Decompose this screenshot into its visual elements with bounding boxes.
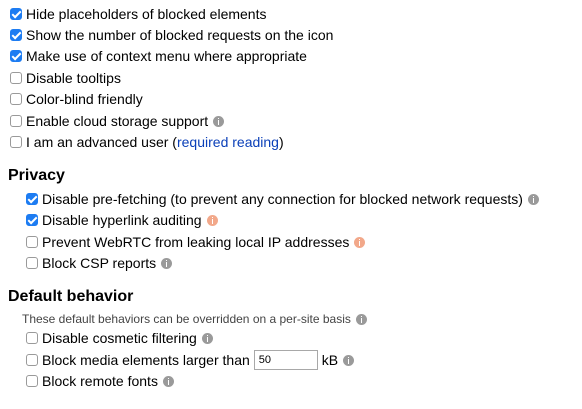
disable-cosmetic-filtering-label: Disable cosmetic filtering bbox=[42, 330, 197, 346]
context-menu-label: Make use of context menu where appropria… bbox=[26, 48, 307, 64]
warning-info-icon[interactable] bbox=[206, 214, 218, 226]
prevent-webrtc-checkbox[interactable] bbox=[26, 236, 38, 248]
block-media-elements-label: Block media elements larger than bbox=[42, 352, 250, 368]
disable-cosmetic-filtering-checkbox[interactable] bbox=[26, 332, 38, 344]
hide-placeholders-checkbox[interactable] bbox=[10, 8, 22, 20]
privacy-heading: Privacy bbox=[8, 167, 65, 184]
color-blind-checkbox[interactable] bbox=[10, 93, 22, 105]
option-disable-tooltips[interactable]: Disable tooltips bbox=[10, 68, 121, 88]
info-icon[interactable] bbox=[201, 332, 213, 344]
option-prevent-webrtc[interactable]: Prevent WebRTC from leaking local IP add… bbox=[26, 232, 366, 252]
info-icon[interactable] bbox=[213, 115, 225, 127]
option-block-remote-fonts[interactable]: Block remote fonts bbox=[26, 371, 174, 391]
disable-prefetching-checkbox[interactable] bbox=[26, 193, 38, 205]
disable-hyperlink-auditing-checkbox[interactable] bbox=[26, 214, 38, 226]
disable-prefetching-label: Disable pre-fetching (to prevent any con… bbox=[42, 191, 523, 207]
info-icon[interactable] bbox=[355, 313, 367, 325]
option-show-blocked-count[interactable]: Show the number of blocked requests on t… bbox=[10, 25, 333, 45]
block-remote-fonts-label: Block remote fonts bbox=[42, 373, 158, 389]
cloud-storage-label: Enable cloud storage support bbox=[26, 113, 209, 129]
option-block-media-elements[interactable]: Block media elements larger than kB bbox=[26, 350, 355, 370]
info-icon[interactable] bbox=[161, 257, 173, 269]
disable-tooltips-checkbox[interactable] bbox=[10, 72, 22, 84]
block-media-elements-checkbox[interactable] bbox=[26, 354, 38, 366]
info-icon[interactable] bbox=[343, 354, 355, 366]
option-cloud-storage[interactable]: Enable cloud storage support bbox=[10, 111, 225, 131]
media-size-unit: kB bbox=[321, 352, 339, 368]
default-behavior-note: These default behaviors can be overridde… bbox=[22, 311, 367, 327]
media-size-input[interactable] bbox=[253, 350, 318, 370]
hide-placeholders-label: Hide placeholders of blocked elements bbox=[26, 6, 267, 22]
disable-hyperlink-auditing-label: Disable hyperlink auditing bbox=[42, 212, 202, 228]
required-reading-link[interactable]: required reading bbox=[177, 132, 279, 152]
prevent-webrtc-label: Prevent WebRTC from leaking local IP add… bbox=[42, 234, 350, 250]
show-blocked-count-checkbox[interactable] bbox=[10, 29, 22, 41]
option-color-blind[interactable]: Color-blind friendly bbox=[10, 89, 143, 109]
disable-tooltips-label: Disable tooltips bbox=[26, 70, 121, 86]
cloud-storage-checkbox[interactable] bbox=[10, 115, 22, 127]
block-csp-reports-label: Block CSP reports bbox=[42, 255, 157, 271]
advanced-user-label-suffix: ) bbox=[278, 134, 284, 150]
color-blind-label: Color-blind friendly bbox=[26, 91, 143, 107]
option-block-csp-reports[interactable]: Block CSP reports bbox=[26, 253, 173, 273]
block-csp-reports-checkbox[interactable] bbox=[26, 257, 38, 269]
info-icon[interactable] bbox=[162, 375, 174, 387]
advanced-user-label-prefix: I am an advanced user ( bbox=[26, 134, 177, 150]
advanced-user-checkbox[interactable] bbox=[10, 136, 22, 148]
default-behavior-heading: Default behavior bbox=[8, 288, 134, 305]
option-disable-hyperlink-auditing[interactable]: Disable hyperlink auditing bbox=[26, 210, 218, 230]
warning-info-icon[interactable] bbox=[354, 236, 366, 248]
option-disable-cosmetic-filtering[interactable]: Disable cosmetic filtering bbox=[26, 328, 213, 348]
option-disable-prefetching[interactable]: Disable pre-fetching (to prevent any con… bbox=[26, 189, 539, 209]
info-icon[interactable] bbox=[527, 193, 539, 205]
default-behavior-note-text: These default behaviors can be overridde… bbox=[22, 312, 351, 326]
option-hide-placeholders[interactable]: Hide placeholders of blocked elements bbox=[10, 4, 266, 24]
show-blocked-count-label: Show the number of blocked requests on t… bbox=[26, 27, 334, 43]
option-advanced-user[interactable]: I am an advanced user (required reading) bbox=[10, 132, 284, 152]
block-remote-fonts-checkbox[interactable] bbox=[26, 375, 38, 387]
option-context-menu[interactable]: Make use of context menu where appropria… bbox=[10, 46, 307, 66]
context-menu-checkbox[interactable] bbox=[10, 50, 22, 62]
